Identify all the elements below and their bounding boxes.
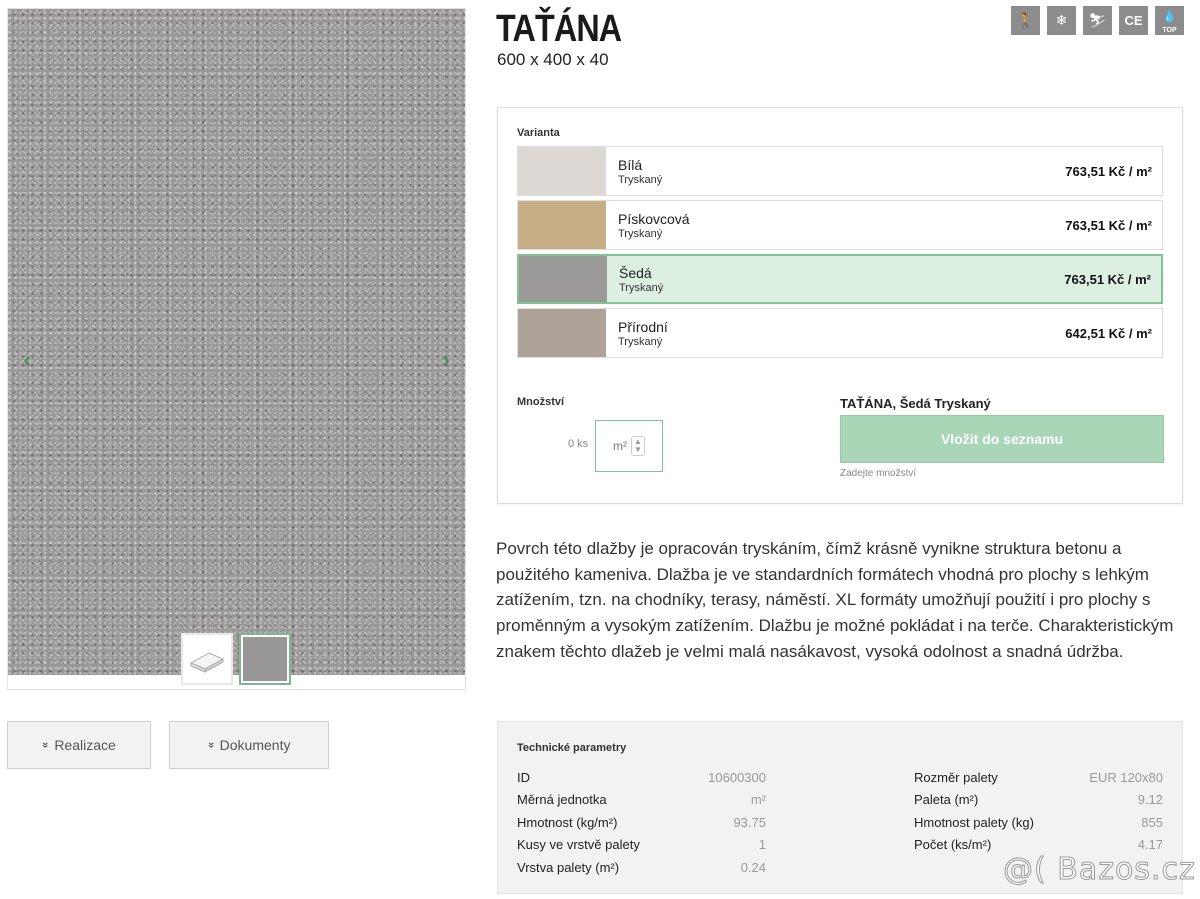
double-chevron-down-icon: »	[204, 741, 217, 749]
quantity-hint: Zadejte množství	[840, 468, 917, 479]
variant-price: 763,51 Kč / m²	[1065, 217, 1152, 233]
product-gallery: ‹ ›	[7, 8, 466, 690]
variant-option-bila[interactable]: Bílá Tryskaný 763,51 Kč / m²	[517, 146, 1163, 196]
variant-finish: Tryskaný	[618, 227, 663, 240]
variant-swatch	[518, 201, 606, 249]
product-main-image	[8, 9, 465, 675]
quantity-label: Množství	[517, 396, 565, 408]
tile-profile-icon	[189, 652, 225, 673]
variant-swatch	[518, 147, 606, 195]
variant-name: Přírodní	[618, 318, 668, 335]
variant-price: 763,51 Kč / m²	[1065, 163, 1152, 179]
bazos-watermark: @( Bazos.cz	[1003, 852, 1196, 888]
quantity-unit: m²	[613, 439, 628, 453]
quantity-input[interactable]: m² ▲ ▼	[595, 420, 663, 472]
add-to-list-button[interactable]: Vložit do seznamu	[840, 415, 1164, 463]
quantity-stepper-icon[interactable]: ▲ ▼	[631, 436, 645, 456]
variant-name: Pískovcová	[618, 210, 690, 227]
parameter-row: Vrstva palety (m²) 0.24	[517, 859, 766, 875]
frost-resistant-icon: ❄	[1047, 6, 1076, 35]
anti-slip-icon: ⛷	[1083, 6, 1112, 35]
variant-option-prirodni[interactable]: Přírodní Tryskaný 642,51 Kč / m²	[517, 308, 1163, 358]
gallery-next-arrow-icon[interactable]: ›	[435, 344, 457, 376]
variant-finish: Tryskaný	[619, 281, 664, 294]
parameter-row: Hmotnost (kg/m²) 93.75	[517, 814, 766, 830]
product-description: Povrch této dlažby je opracován tryskání…	[496, 539, 1174, 661]
variant-option-seda[interactable]: Šedá Tryskaný 763,51 Kč / m²	[517, 254, 1163, 304]
technical-parameters-title: Technické parametry	[517, 742, 627, 754]
double-chevron-down-icon: »	[39, 741, 52, 749]
product-dimensions: 600 x 400 x 40	[497, 50, 609, 69]
variant-option-piskovcova[interactable]: Pískovcová Tryskaný 763,51 Kč / m²	[517, 200, 1163, 250]
gallery-thumbnail-surface[interactable]	[239, 633, 291, 685]
parameter-row: Hmotnost palety (kg) 855	[914, 814, 1163, 830]
variant-price: 763,51 Kč / m²	[1064, 271, 1151, 287]
variant-name: Šedá	[619, 264, 652, 281]
parameter-row: ID 10600300	[517, 769, 766, 785]
product-title: TAŤÁNA	[496, 8, 622, 50]
pedestrian-icon: 🚶	[1011, 6, 1040, 35]
feature-icons: 🚶 ❄ ⛷ CE 💧 TOP	[1011, 6, 1184, 35]
realizace-button[interactable]: » Realizace	[7, 721, 151, 769]
variant-finish: Tryskaný	[618, 173, 663, 186]
variant-finish: Tryskaný	[618, 335, 663, 348]
dokumenty-button[interactable]: » Dokumenty	[169, 721, 329, 769]
top-water-drop-icon: 💧 TOP	[1155, 6, 1184, 35]
selected-variant-title: TAŤÁNA, Šedá Tryskaný	[840, 396, 991, 411]
parameters-right-column: Rozměr palety EUR 120x80 Paleta (m²) 9.12 …	[914, 766, 1163, 856]
parameter-row: Měrná jednotka m²	[517, 792, 766, 808]
variant-price: 642,51 Kč / m²	[1065, 325, 1152, 341]
variant-swatch	[519, 256, 607, 302]
variant-swatch	[518, 309, 606, 357]
parameters-left-column: ID 10600300 Měrná jednotka m² Hmotnost (kg…	[517, 766, 766, 879]
parameter-row: Kusy ve vrstvě palety 1	[517, 837, 766, 853]
gallery-thumbnail-profile[interactable]	[181, 633, 233, 685]
variant-name: Bílá	[618, 156, 643, 173]
quantity-pieces-text: 0 ks	[568, 438, 589, 450]
ce-mark-icon: CE	[1119, 6, 1148, 35]
parameter-row: Paleta (m²) 9.12	[914, 792, 1163, 808]
variant-label: Varianta	[517, 127, 560, 139]
parameter-row: Rozměr palety EUR 120x80	[914, 769, 1163, 785]
gallery-prev-arrow-icon[interactable]: ‹	[16, 344, 38, 376]
variant-card: Varianta Bílá Tryskaný 763,51 Kč / m² Pí…	[497, 107, 1183, 504]
gray-surface-swatch	[243, 637, 287, 681]
